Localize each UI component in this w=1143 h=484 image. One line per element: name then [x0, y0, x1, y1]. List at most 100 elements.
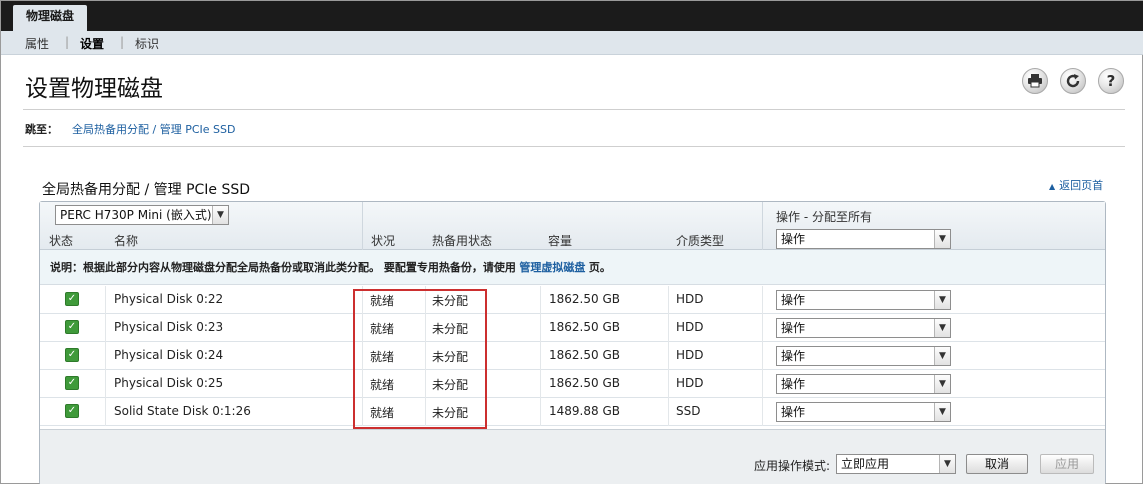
apply-mode-select[interactable]: 立即应用 ▼ — [836, 454, 956, 474]
subnav-separator: | — [65, 35, 70, 49]
back-to-top-label: 返回页首 — [1059, 179, 1104, 192]
jump-divider — [23, 146, 1125, 147]
media-type: SSD — [676, 404, 701, 418]
printer-glyph — [1028, 74, 1042, 88]
table-row: ✓ Physical Disk 0:24 就绪 未分配 1862.50 GB H… — [40, 342, 1105, 370]
cell-divider — [105, 370, 106, 398]
col-status: 状态 — [49, 234, 74, 248]
chevron-down-icon: ▼ — [934, 403, 950, 421]
subnav-separator: | — [120, 35, 125, 49]
status-ok-icon: ✓ — [65, 376, 79, 390]
row-action-select-value: 操作 — [781, 349, 806, 363]
disk-capacity: 1862.50 GB — [549, 320, 620, 334]
title-divider — [23, 109, 1125, 110]
header-divider — [762, 202, 763, 250]
up-triangle-icon: ▲ — [1049, 182, 1056, 191]
cell-divider — [762, 370, 763, 398]
cell-divider — [540, 286, 541, 314]
row-action-select[interactable]: 操作 ▼ — [776, 374, 951, 394]
bulk-action-select[interactable]: 操作 ▼ — [776, 229, 951, 249]
page-title: 设置物理磁盘 — [25, 76, 163, 102]
chevron-down-icon: ▼ — [934, 375, 950, 393]
bulk-action-select-value: 操作 — [781, 232, 806, 246]
disk-name: Physical Disk 0:23 — [114, 320, 224, 334]
cell-divider — [540, 314, 541, 342]
disk-name: Physical Disk 0:22 — [114, 292, 224, 306]
controller-select-value: PERC H730P Mini (嵌入式) — [60, 208, 212, 222]
col-state: 状况 — [371, 234, 396, 248]
row-action-select[interactable]: 操作 ▼ — [776, 290, 951, 310]
row-action-select-value: 操作 — [781, 377, 806, 391]
apply-button[interactable]: 应用 — [1040, 454, 1094, 474]
bulk-action-label: 操作 - 分配至所有 — [776, 210, 872, 224]
highlight-box — [353, 289, 487, 429]
chevron-down-icon: ▼ — [934, 319, 950, 337]
media-type: HDD — [676, 376, 704, 390]
chevron-down-icon: ▼ — [212, 206, 228, 224]
hotspare-panel: PERC H730P Mini (嵌入式) ▼ 操作 - 分配至所有 状态 名称… — [39, 201, 1106, 484]
table-header: PERC H730P Mini (嵌入式) ▼ 操作 - 分配至所有 状态 名称… — [40, 202, 1105, 250]
back-to-top-link[interactable]: ▲ 返回页首 — [1049, 177, 1103, 193]
row-action-select[interactable]: 操作 ▼ — [776, 346, 951, 366]
status-ok-icon: ✓ — [65, 404, 79, 418]
cell-divider — [540, 342, 541, 370]
info-note: 说明：根据此部分内容从物理磁盘分配全局热备份或取消此类分配。 要配置专用热备份，… — [40, 250, 1105, 285]
subnav-properties[interactable]: 属性 — [25, 35, 49, 52]
refresh-icon[interactable] — [1060, 68, 1086, 94]
row-action-select-value: 操作 — [781, 293, 806, 307]
media-type: HDD — [676, 320, 704, 334]
disk-capacity: 1489.88 GB — [549, 404, 620, 418]
sub-navigation: 属性 | 设置 | 标识 — [1, 31, 1143, 55]
cell-divider — [540, 398, 541, 426]
cell-divider — [105, 314, 106, 342]
disk-capacity: 1862.50 GB — [549, 292, 620, 306]
status-ok-icon: ✓ — [65, 292, 79, 306]
table-row: ✓ Physical Disk 0:22 就绪 未分配 1862.50 GB H… — [40, 286, 1105, 314]
tab-physical-disk[interactable]: 物理磁盘 — [13, 5, 87, 32]
status-ok-icon: ✓ — [65, 320, 79, 334]
cell-divider — [105, 286, 106, 314]
jump-link-hotspare[interactable]: 全局热备用分配 / 管理 PCIe SSD — [72, 123, 235, 136]
cancel-button[interactable]: 取消 — [966, 454, 1028, 474]
apply-mode-value: 立即应用 — [841, 457, 890, 471]
media-type: HDD — [676, 348, 704, 362]
disk-name: Solid State Disk 0:1:26 — [114, 404, 251, 418]
status-ok-icon: ✓ — [65, 348, 79, 362]
disk-name: Physical Disk 0:25 — [114, 376, 224, 390]
row-action-select-value: 操作 — [781, 405, 806, 419]
col-hotspare-status: 热备用状态 — [432, 234, 493, 248]
cell-divider — [668, 398, 669, 426]
cell-divider — [668, 286, 669, 314]
print-icon[interactable] — [1022, 68, 1048, 94]
apply-mode-label: 应用操作模式: — [754, 459, 831, 473]
table-row: ✓ Physical Disk 0:25 就绪 未分配 1862.50 GB H… — [40, 370, 1105, 398]
cell-divider — [668, 314, 669, 342]
col-media-type: 介质类型 — [676, 234, 725, 248]
cell-divider — [762, 398, 763, 426]
table-row: ✓ Solid State Disk 0:1:26 就绪 未分配 1489.88… — [40, 398, 1105, 426]
disk-capacity: 1862.50 GB — [549, 376, 620, 390]
chevron-down-icon: ▼ — [934, 230, 950, 248]
cell-divider — [668, 342, 669, 370]
chevron-down-icon: ▼ — [934, 291, 950, 309]
cell-divider — [105, 398, 106, 426]
header-divider — [362, 202, 363, 250]
top-tab-bar: 物理磁盘 — [1, 1, 1143, 32]
refresh-glyph — [1066, 74, 1080, 88]
help-icon[interactable]: ? — [1098, 68, 1124, 94]
disk-capacity: 1862.50 GB — [549, 348, 620, 362]
subnav-identify[interactable]: 标识 — [135, 35, 159, 52]
disk-name: Physical Disk 0:24 — [114, 348, 224, 362]
manage-virtual-disk-link[interactable]: 管理虚拟磁盘 — [519, 261, 585, 274]
row-action-select[interactable]: 操作 ▼ — [776, 318, 951, 338]
col-capacity: 容量 — [548, 234, 573, 248]
controller-select[interactable]: PERC H730P Mini (嵌入式) ▼ — [55, 205, 229, 225]
row-action-select[interactable]: 操作 ▼ — [776, 402, 951, 422]
subnav-settings[interactable]: 设置 — [80, 35, 104, 52]
apply-footer: 应用操作模式: 立即应用 ▼ 取消 应用 — [40, 429, 1105, 484]
note-text: 说明：根据此部分内容从物理磁盘分配全局热备份或取消此类分配。 要配置专用热备份，… — [50, 261, 516, 274]
row-action-select-value: 操作 — [781, 321, 806, 335]
cell-divider — [668, 370, 669, 398]
section-title: 全局热备用分配 / 管理 PCIe SSD — [42, 182, 251, 198]
cell-divider — [540, 370, 541, 398]
